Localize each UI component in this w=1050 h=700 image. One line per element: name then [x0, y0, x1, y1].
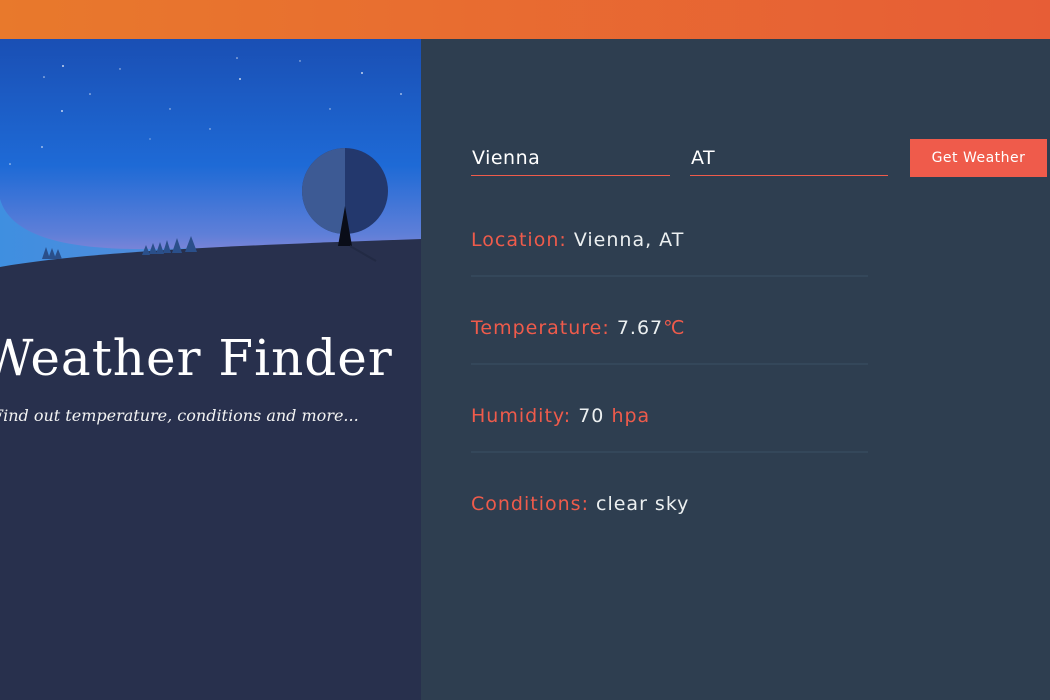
conditions-value: clear sky	[596, 493, 690, 515]
top-bar	[0, 0, 1050, 39]
page-title: Weather Finder	[0, 329, 393, 387]
conditions-row: Conditions: clear sky	[471, 453, 868, 541]
get-weather-button[interactable]: Get Weather	[910, 139, 1047, 177]
location-row: Location: Vienna, AT	[471, 189, 868, 277]
conditions-label: Conditions:	[471, 493, 589, 515]
temperature-value: 7.67	[616, 317, 664, 339]
weather-panel: Get Weather Location: Vienna, AT Tempera…	[421, 39, 1050, 700]
page-subtitle: Find out temperature, conditions and mor…	[0, 406, 359, 425]
humidity-unit: hpa	[611, 405, 651, 427]
temperature-unit: ℃	[663, 317, 686, 339]
location-value: Vienna, AT	[573, 229, 685, 251]
location-label: Location:	[471, 229, 567, 251]
temperature-label: Temperature:	[471, 317, 610, 339]
humidity-label: Humidity:	[471, 405, 572, 427]
city-input[interactable]	[471, 141, 670, 176]
humidity-row: Humidity: 70 hpa	[471, 365, 868, 453]
hero-panel: Weather Finder Find out temperature, con…	[0, 39, 421, 700]
country-input[interactable]	[690, 141, 888, 176]
temperature-row: Temperature: 7.67℃	[471, 277, 868, 365]
night-landscape-illustration	[0, 39, 421, 299]
humidity-value: 70	[578, 405, 605, 427]
